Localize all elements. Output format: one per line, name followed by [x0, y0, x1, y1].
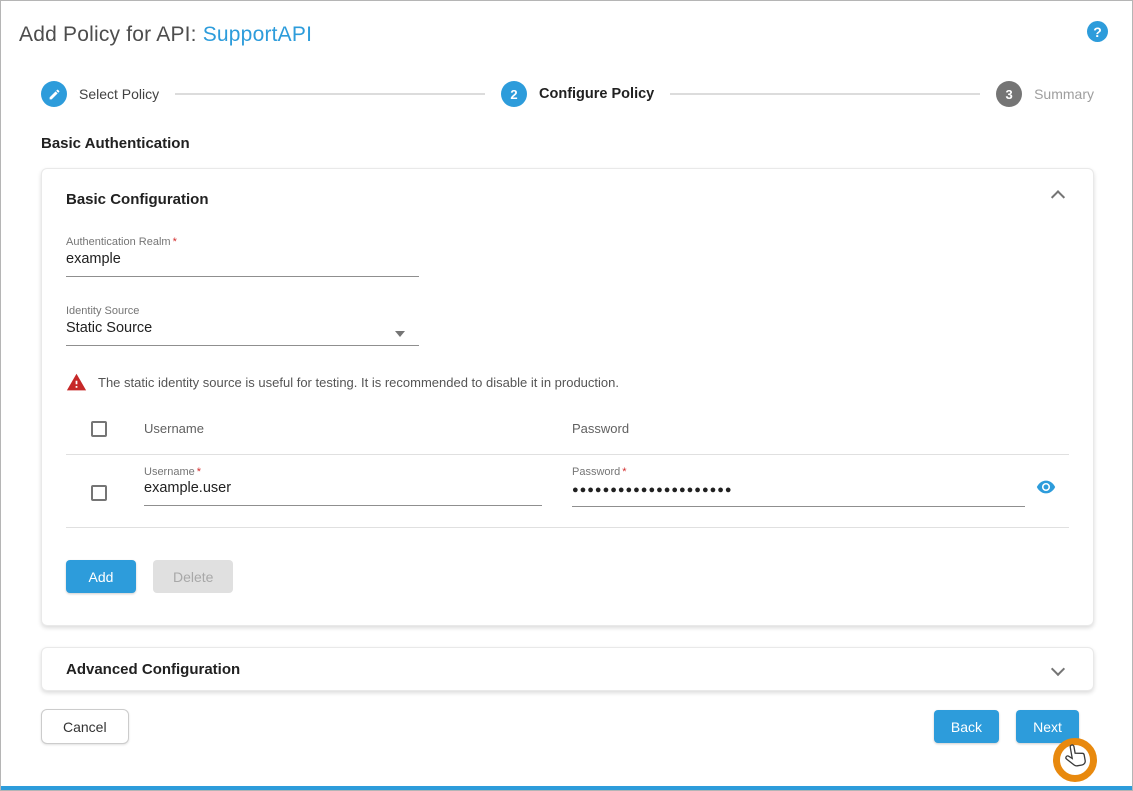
username-field[interactable]: Username* example.user	[144, 466, 542, 506]
row-username-cell: Username* example.user	[144, 466, 572, 507]
warning-text: The static identity source is useful for…	[98, 375, 619, 390]
page-title: Add Policy for API: SupportAPI	[19, 23, 1114, 47]
authentication-realm-label: Authentication Realm*	[66, 236, 419, 248]
basic-configuration-title: Basic Configuration	[66, 191, 209, 208]
pencil-icon	[41, 81, 67, 107]
wizard-stepper: Select Policy 2 Configure Policy 3 Summa…	[41, 81, 1094, 107]
step-2-indicator: 2	[501, 81, 527, 107]
username-column-header: Username	[144, 421, 204, 436]
step-3-indicator: 3	[996, 81, 1022, 107]
dialog-header: Add Policy for API: SupportAPI ?	[1, 1, 1132, 47]
basic-configuration-header: Basic Configuration	[66, 191, 1069, 208]
basic-configuration-card: Basic Configuration Authentication Realm…	[41, 168, 1094, 626]
authentication-realm-label-text: Authentication Realm	[66, 236, 171, 248]
step-label-configure-policy: Configure Policy	[539, 86, 654, 102]
password-column-header: Password	[572, 421, 629, 436]
help-icon[interactable]: ?	[1087, 21, 1108, 42]
row-password-cell: Password* ●●●●●●●●●●●●●●●●●●●●●	[572, 466, 1069, 507]
page-title-prefix: Add Policy for API:	[19, 23, 197, 46]
row-checkbox-cell	[66, 466, 144, 507]
dropdown-arrow-icon[interactable]	[395, 331, 405, 337]
username-label-text: Username	[144, 466, 195, 478]
step-configure-policy[interactable]: 2 Configure Policy	[501, 81, 654, 107]
authentication-realm-field[interactable]: Authentication Realm* example	[66, 236, 419, 277]
hand-pointer-cursor-icon	[1059, 739, 1095, 779]
password-field-label: Password*	[572, 466, 1025, 478]
cancel-button[interactable]: Cancel	[41, 709, 129, 744]
required-marker: *	[173, 236, 177, 248]
step-select-policy[interactable]: Select Policy	[41, 81, 159, 107]
static-users-table: Username Password Username* example.user	[66, 403, 1069, 528]
add-button[interactable]: Add	[66, 560, 136, 593]
step-label-summary: Summary	[1034, 86, 1094, 102]
required-marker: *	[622, 466, 626, 478]
required-marker: *	[197, 466, 201, 478]
username-field-label: Username*	[144, 466, 542, 478]
identity-source-label: Identity Source	[66, 305, 419, 317]
identity-source-select[interactable]: Static Source	[66, 317, 419, 346]
header-checkbox-cell	[66, 421, 144, 437]
table-action-buttons: Add Delete	[66, 560, 1069, 593]
header-username-cell: Username	[144, 420, 572, 438]
add-policy-dialog: Add Policy for API: SupportAPI ? Select P…	[0, 0, 1133, 791]
policy-name-heading: Basic Authentication	[41, 135, 1092, 152]
password-field[interactable]: Password* ●●●●●●●●●●●●●●●●●●●●●	[572, 466, 1025, 507]
back-button[interactable]: Back	[934, 710, 999, 743]
username-input[interactable]: example.user	[144, 478, 542, 506]
step-summary: 3 Summary	[996, 81, 1094, 107]
advanced-configuration-card[interactable]: Advanced Configuration	[41, 647, 1094, 691]
password-input[interactable]: ●●●●●●●●●●●●●●●●●●●●●	[572, 478, 1025, 507]
collapse-chevron-up-icon[interactable]	[1051, 190, 1065, 204]
show-password-eye-icon[interactable]	[1035, 476, 1057, 498]
expand-chevron-down-icon[interactable]	[1051, 662, 1065, 676]
static-source-warning: The static identity source is useful for…	[66, 372, 1069, 393]
stepper-connector	[175, 93, 485, 95]
wizard-footer: Cancel Back Next	[41, 709, 1079, 744]
header-password-cell: Password	[572, 420, 1069, 438]
table-row: Username* example.user Password* ●●●●●●●…	[66, 455, 1069, 528]
table-header-row: Username Password	[66, 403, 1069, 455]
stepper-connector	[670, 93, 980, 95]
page-title-api-name: SupportAPI	[203, 23, 312, 46]
password-label-text: Password	[572, 466, 620, 478]
window-bottom-accent-bar	[1, 786, 1132, 790]
step-label-select-policy: Select Policy	[79, 86, 159, 102]
select-all-checkbox[interactable]	[91, 421, 107, 437]
delete-button[interactable]: Delete	[153, 560, 233, 593]
row-checkbox[interactable]	[91, 485, 107, 501]
identity-source-field[interactable]: Identity Source Static Source	[66, 305, 419, 346]
warning-triangle-icon	[66, 372, 87, 393]
authentication-realm-input[interactable]: example	[66, 248, 419, 277]
footer-right-buttons: Back Next	[934, 710, 1079, 743]
advanced-configuration-title: Advanced Configuration	[66, 661, 240, 678]
